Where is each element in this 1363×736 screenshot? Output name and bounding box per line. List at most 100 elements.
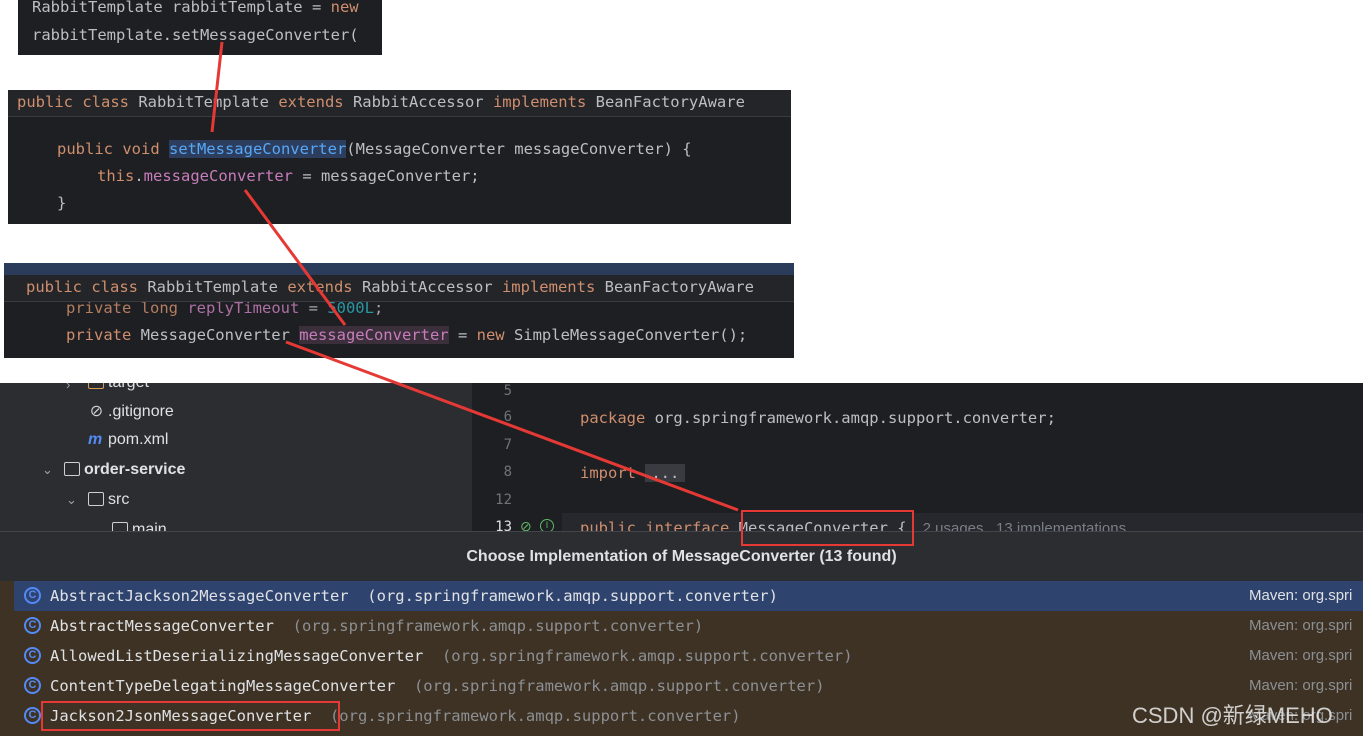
- kw: private: [66, 326, 141, 344]
- method-name[interactable]: setMessageConverter: [168, 140, 347, 158]
- class-name: AllowedListDeserializingMessageConverter: [50, 647, 424, 665]
- class-entry: AbstractMessageConverter (org.springfram…: [50, 617, 703, 635]
- closing-brace: }: [57, 194, 66, 212]
- code-snippet-field-declaration: private long replyTimeout = 5000L; publi…: [4, 263, 794, 358]
- kw: public class: [17, 93, 139, 111]
- kw-new: new: [476, 326, 514, 344]
- kw: implements: [492, 93, 596, 111]
- class-icon: C: [24, 677, 41, 694]
- tree-item-target[interactable]: target: [88, 383, 149, 392]
- kw: extends: [287, 278, 362, 296]
- module-folder-icon: [64, 462, 80, 476]
- class-entry: ContentTypeDelegatingMessageConverter (o…: [50, 677, 825, 695]
- tree-item-pom[interactable]: m pom.xml: [88, 431, 168, 449]
- popup-title-bar: Choose Implementation of MessageConverte…: [0, 531, 1363, 582]
- field-declaration-line: private MessageConverter messageConverte…: [66, 326, 747, 344]
- tree-label: src: [108, 491, 130, 508]
- ignore-file-icon: ⊘: [89, 403, 104, 420]
- superclass-name: RabbitAccessor: [361, 278, 502, 296]
- kw: public void: [57, 140, 169, 158]
- class-name: RabbitTemplate: [147, 278, 288, 296]
- tree-item-src[interactable]: src: [88, 491, 129, 509]
- library-name: Maven: org.spri: [1249, 617, 1353, 634]
- tree-item-order-service[interactable]: order-service: [64, 461, 185, 479]
- dot: .: [134, 167, 144, 185]
- class-name: AbstractMessageConverter: [50, 617, 274, 635]
- list-item[interactable]: C AbstractMessageConverter (org.springfr…: [14, 611, 1363, 641]
- project-tree: › target ⊘.gitignore m pom.xml ⌄ order-se…: [0, 383, 472, 543]
- package-line: package org.springframework.amqp.support…: [580, 409, 1056, 427]
- list-item[interactable]: C AllowedListDeserializingMessageConvert…: [14, 641, 1363, 671]
- code-editor[interactable]: package org.springframework.amqp.support…: [562, 383, 1363, 543]
- code-snippet-create-template: RabbitTemplate rabbitTemplate = new rabb…: [18, 0, 382, 55]
- sticky-class-header: public class RabbitTemplate extends Rabb…: [4, 275, 794, 302]
- interface-name: BeanFactoryAware: [604, 278, 754, 296]
- assignment-line: this.messageConverter = messageConverter…: [97, 167, 480, 185]
- folder-icon: [88, 492, 104, 506]
- code-text: =: [448, 326, 477, 344]
- superclass-name: RabbitAccessor: [352, 93, 493, 111]
- method-signature: public void setMessageConverter(MessageC…: [57, 140, 692, 158]
- kw: import: [580, 464, 646, 482]
- package-name: (org.springframework.amqp.support.conver…: [441, 647, 853, 665]
- folder-icon: [88, 383, 104, 389]
- annotation-box-interface: [741, 510, 914, 546]
- class-entry: AllowedListDeserializingMessageConverter…: [50, 647, 853, 665]
- tree-label: target: [108, 383, 149, 391]
- kw: extends: [278, 93, 353, 111]
- chevron-down-icon[interactable]: ⌄: [42, 462, 53, 478]
- class-declaration: public class RabbitTemplate extends Rabb…: [17, 93, 745, 111]
- keyword-new: new: [330, 0, 359, 16]
- line-number: 6: [503, 409, 512, 425]
- class-declaration: public class RabbitTemplate extends Rabb…: [26, 278, 754, 296]
- class-name: RabbitTemplate: [138, 93, 279, 111]
- kw: public class: [26, 278, 148, 296]
- kw-this: this: [97, 167, 135, 185]
- annotation-box-jackson: [41, 701, 340, 731]
- interface-name: BeanFactoryAware: [595, 93, 745, 111]
- folded-imports[interactable]: ...: [645, 464, 686, 482]
- popup-title: Choose Implementation of MessageConverte…: [466, 548, 897, 565]
- class-name: AbstractJackson2MessageConverter: [50, 587, 349, 605]
- list-item[interactable]: C ContentTypeDelegatingMessageConverter …: [14, 671, 1363, 701]
- tree-label: .gitignore: [108, 403, 174, 420]
- tree-label: order-service: [84, 461, 186, 478]
- package-name: (org.springframework.amqp.support.conver…: [367, 587, 778, 605]
- library-name: Maven: org.spri: [1249, 677, 1353, 694]
- class-icon: C: [24, 647, 41, 664]
- line-number: 12: [495, 492, 512, 508]
- line-number: 5: [503, 383, 512, 399]
- tree-item-gitignore[interactable]: ⊘ .gitignore: [88, 401, 174, 421]
- code-line: RabbitTemplate rabbitTemplate = new: [32, 0, 359, 16]
- line-number-gutter: 5 6 7 8 12 13 ⊘ I ›: [472, 383, 569, 543]
- field-name[interactable]: messageConverter: [144, 167, 293, 185]
- class-icon: C: [24, 617, 41, 634]
- maven-icon: m: [88, 431, 103, 448]
- class-icon: C: [24, 587, 41, 604]
- type-name[interactable]: MessageConverter: [141, 326, 300, 344]
- class-icon: C: [24, 707, 41, 724]
- tree-label: pom.xml: [108, 431, 169, 448]
- package-name: (org.springframework.amqp.support.conver…: [329, 707, 741, 725]
- constructor-call: SimpleMessageConverter();: [513, 326, 748, 344]
- library-name: Maven: org.spri: [1249, 587, 1353, 604]
- code-text: = messageConverter;: [292, 167, 480, 185]
- field-name[interactable]: messageConverter: [299, 326, 449, 344]
- sticky-class-header: public class RabbitTemplate extends Rabb…: [8, 90, 791, 117]
- chevron-down-icon[interactable]: ⌄: [66, 492, 77, 508]
- line-number: 7: [503, 437, 512, 453]
- code-snippet-set-message-converter: public class RabbitTemplate extends Rabb…: [8, 90, 791, 224]
- package-name: org.springframework.amqp.support.convert…: [654, 409, 1056, 427]
- kw: implements: [501, 278, 605, 296]
- line-number: 8: [503, 464, 512, 480]
- params: (MessageConverter messageConverter) {: [346, 140, 692, 158]
- list-item-selected[interactable]: C AbstractJackson2MessageConverter (org.…: [14, 581, 1363, 611]
- package-name: (org.springframework.amqp.support.conver…: [413, 677, 825, 695]
- library-name: Maven: org.spri: [1249, 647, 1353, 664]
- ide-window: › target ⊘.gitignore m pom.xml ⌄ order-se…: [0, 383, 1363, 736]
- code-text: rabbitTemplate.setMessageConverter(: [32, 26, 359, 44]
- import-line: import ...: [580, 464, 686, 482]
- brace: }: [57, 194, 67, 212]
- window-strip: [4, 263, 794, 275]
- chevron-right-icon[interactable]: ›: [66, 383, 70, 392]
